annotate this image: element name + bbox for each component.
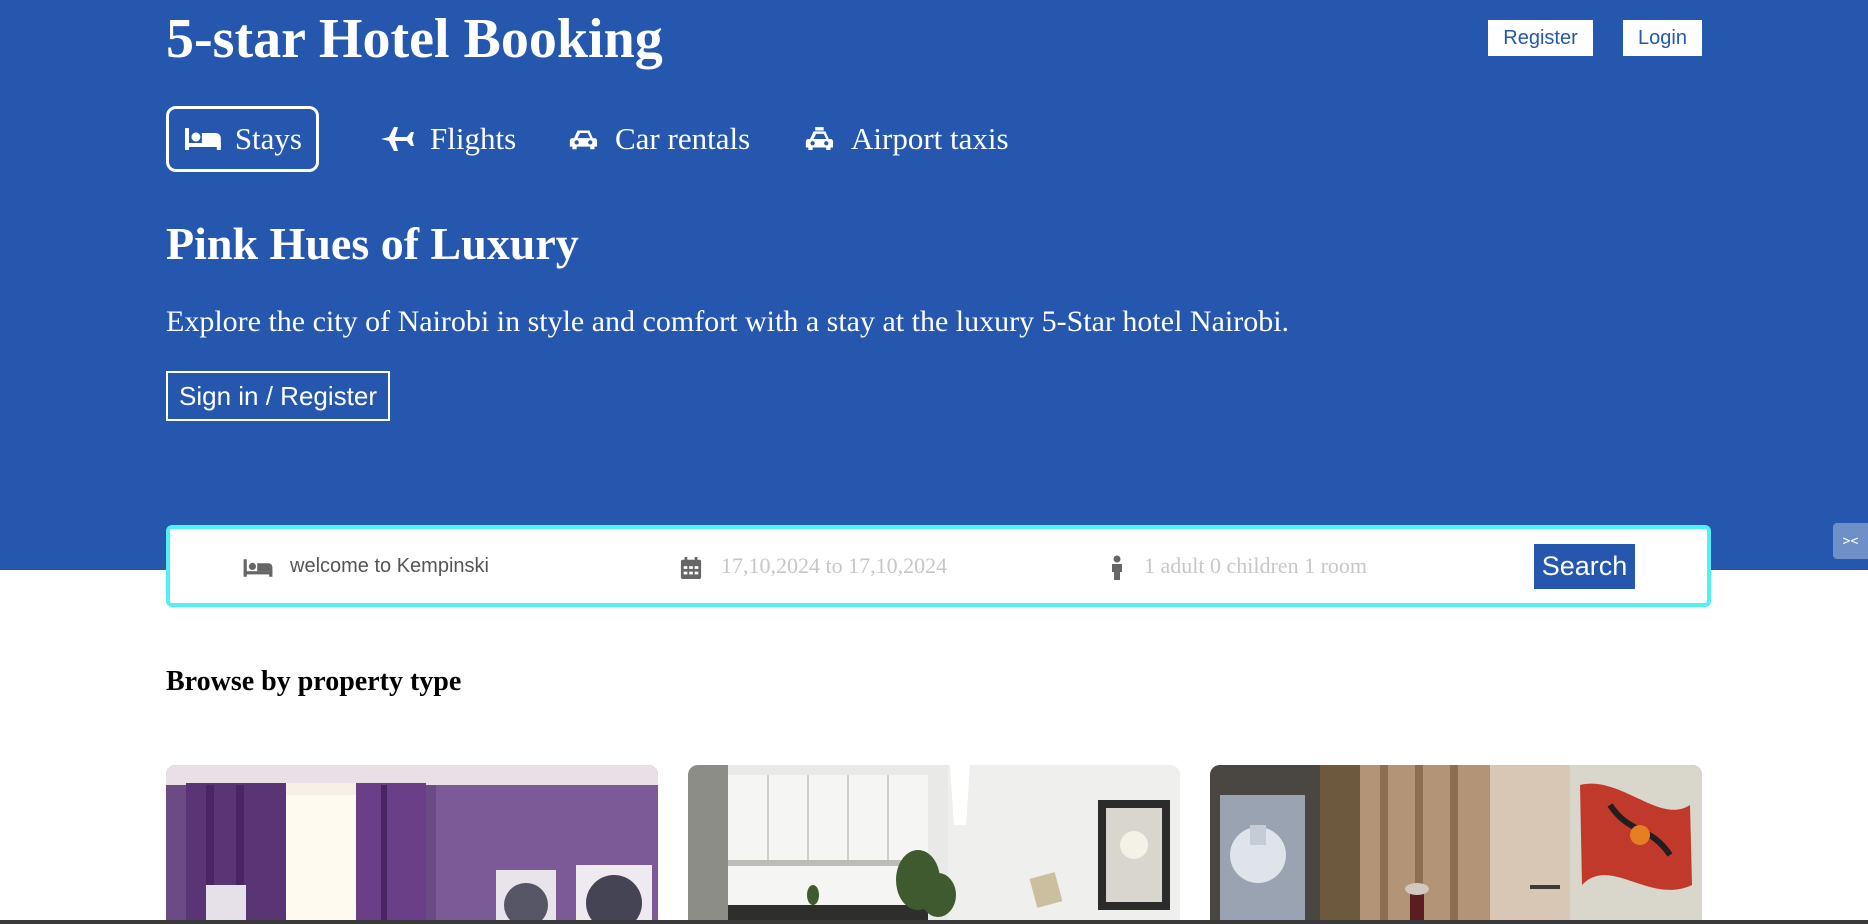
villa-living-room-photo (1210, 765, 1702, 924)
login-button[interactable]: Login (1623, 20, 1702, 56)
hero-description: Explore the city of Nairobi in style and… (166, 305, 1290, 338)
white-apartment-kitchen-photo (688, 765, 1180, 924)
guests-field[interactable]: 1 adult 0 children 1 room (1144, 553, 1367, 579)
tab-airport-taxis[interactable]: Airport taxis (805, 106, 1009, 172)
tab-flights[interactable]: Flights (378, 106, 516, 172)
purple-hotel-room-photo (166, 765, 658, 924)
property-card[interactable] (166, 765, 658, 924)
destination-input[interactable] (290, 549, 590, 583)
hero-title: Pink Hues of Luxury (166, 218, 579, 269)
plane-icon (381, 127, 414, 151)
date-range-field[interactable]: 17,10,2024 to 17,10,2024 (721, 553, 947, 579)
bed-icon (243, 559, 273, 577)
person-icon (1112, 555, 1122, 580)
search-bar: 17,10,2024 to 17,10,2024 1 adult 0 child… (166, 525, 1711, 607)
calendar-icon (680, 557, 702, 579)
register-button[interactable]: Register (1488, 20, 1593, 56)
brand-title: 5-star Hotel Booking (166, 8, 663, 70)
car-icon (569, 130, 598, 150)
browse-title: Browse by property type (166, 666, 462, 697)
search-button[interactable]: Search (1534, 544, 1635, 589)
tab-stays[interactable]: Stays (166, 106, 319, 172)
expand-panel-icon[interactable]: >< (1833, 523, 1868, 559)
bottom-divider (0, 920, 1868, 924)
tab-airport-taxis-label: Airport taxis (851, 121, 1009, 156)
tab-stays-label: Stays (234, 121, 302, 156)
property-card[interactable] (688, 765, 1180, 924)
hero-section (0, 0, 1868, 570)
tab-flights-label: Flights (430, 121, 517, 156)
signin-register-button[interactable]: Sign in / Register (166, 371, 390, 421)
taxi-icon (805, 127, 834, 151)
tab-car-rentals[interactable]: Car rentals (569, 106, 750, 172)
property-card[interactable] (1210, 765, 1702, 924)
bed-icon (184, 128, 221, 150)
tab-car-rentals-label: Car rentals (615, 121, 751, 156)
